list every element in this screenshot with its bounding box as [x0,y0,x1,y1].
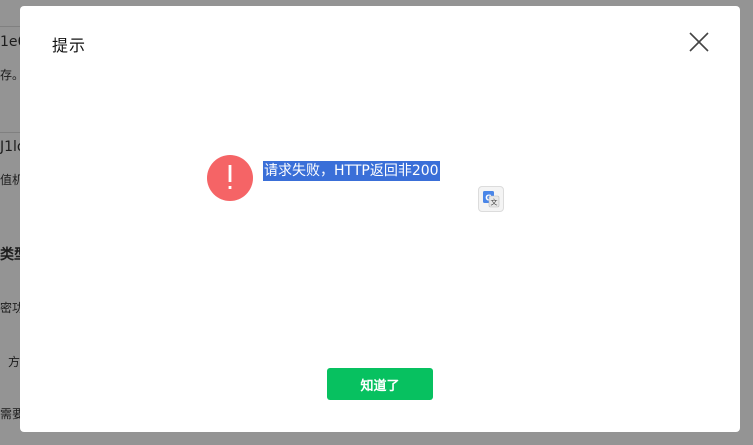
close-button[interactable] [688,31,710,53]
acknowledge-button[interactable]: 知道了 [327,368,433,400]
exclamation-icon [207,155,253,201]
alert-dialog: 提示 请求失败，HTTP返回非200 G 文 知道了 [20,6,740,432]
close-icon [689,32,709,52]
dialog-title: 提示 [52,36,87,55]
svg-text:文: 文 [491,198,498,207]
message-row: 请求失败，HTTP返回非200 [207,155,440,201]
page: 1e6 存。 J1lo 值机 类型 密功 方 需要 提示 请求失败，HTTP返回… [0,0,753,445]
error-message: 请求失败，HTTP返回非200 [263,161,440,181]
google-translate-icon[interactable]: G 文 [478,186,504,212]
